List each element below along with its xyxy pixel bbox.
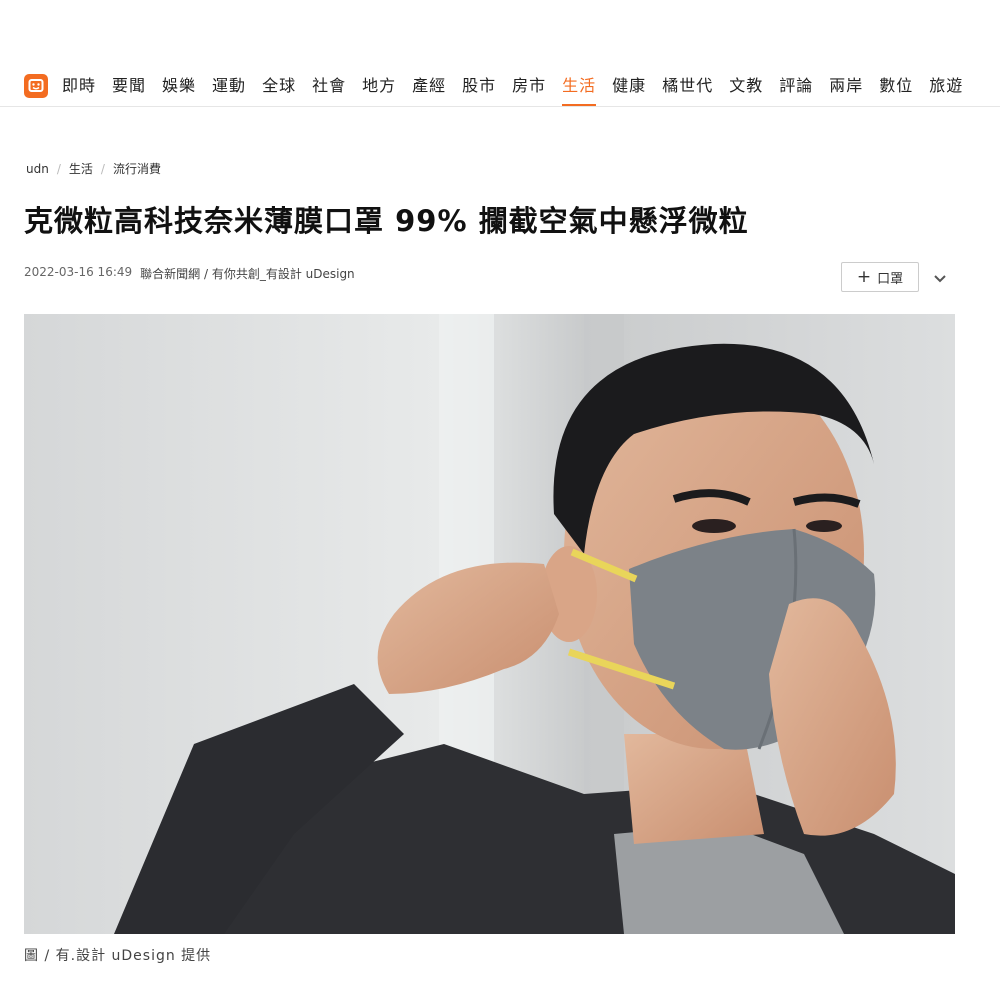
nav-item-0[interactable]: 即時 (62, 66, 96, 106)
nav-item-9[interactable]: 房市 (512, 66, 546, 106)
nav-item-16[interactable]: 數位 (879, 66, 913, 106)
udn-logo-icon[interactable] (24, 74, 48, 98)
article-hero-image (24, 314, 955, 934)
article-meta: 2022-03-16 16:49 聯合新聞網 / 有你共創_有設計 uDesig… (24, 265, 355, 282)
expand-button[interactable] (926, 266, 954, 292)
breadcrumb-subcategory[interactable]: 流行消費 (113, 160, 161, 177)
nav-item-10[interactable]: 生活 (562, 66, 597, 106)
nav-item-11[interactable]: 健康 (612, 66, 646, 106)
breadcrumb-home[interactable]: udn (26, 162, 49, 176)
chevron-down-icon (934, 275, 946, 283)
breadcrumb-separator: / (56, 161, 61, 176)
follow-tag-button[interactable]: + 口罩 (841, 262, 919, 292)
article-source[interactable]: 聯合新聞網 / 有你共創_有設計 uDesign (140, 265, 355, 282)
nav-menu: 即時 要聞 娛樂 運動 全球 社會 地方 產經 股市 房市 生活 健康 橘世代 文教 評論 兩岸 數位 旅遊 (62, 66, 979, 106)
nav-item-4[interactable]: 全球 (262, 66, 296, 106)
nav-item-1[interactable]: 要聞 (112, 66, 146, 106)
follow-tag-label: 口罩 (877, 271, 904, 287)
nav-item-14[interactable]: 評論 (779, 66, 813, 106)
article-datetime: 2022-03-16 16:49 (24, 265, 133, 279)
nav-item-7[interactable]: 產經 (412, 66, 446, 106)
nav-item-17[interactable]: 旅遊 (929, 66, 963, 106)
image-caption: 圖 / 有.設計 uDesign 提供 (24, 948, 212, 964)
nav-item-5[interactable]: 社會 (312, 66, 346, 106)
nav-item-3[interactable]: 運動 (212, 66, 246, 106)
nav-item-6[interactable]: 地方 (362, 66, 396, 106)
nav-item-13[interactable]: 文教 (729, 66, 763, 106)
article-title: 克微粒高科技奈米薄膜口罩 99% 攔截空氣中懸浮微粒 (24, 204, 749, 238)
breadcrumb: udn / 生活 / 流行消費 (26, 160, 161, 177)
nav-item-8[interactable]: 股市 (462, 66, 496, 106)
plus-icon: + (856, 266, 872, 287)
nav-item-12[interactable]: 橘世代 (662, 66, 713, 106)
nav-item-2[interactable]: 娛樂 (162, 66, 196, 106)
nav-item-15[interactable]: 兩岸 (829, 66, 863, 106)
breadcrumb-separator: / (100, 161, 105, 176)
top-navigation: 即時 要聞 娛樂 運動 全球 社會 地方 產經 股市 房市 生活 健康 橘世代 文教 評論 兩岸 數位 旅遊 (0, 66, 1000, 107)
breadcrumb-category[interactable]: 生活 (69, 160, 93, 177)
